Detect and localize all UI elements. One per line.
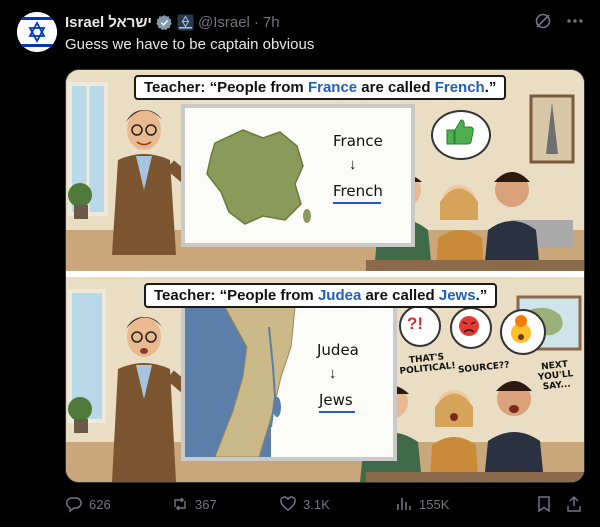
speech-bubble-exploding [500,309,546,355]
author-handle[interactable]: @Israel [198,14,250,31]
note-next-youll-say: NEXT YOU'LL SAY... [537,359,575,393]
verified-badge-icon [156,14,173,31]
government-affiliation-icon [177,14,194,31]
bookmark-button[interactable] [535,495,553,513]
reply-icon [65,497,82,513]
speech-bubble-thumbs-up [431,110,491,160]
tweet: Israel ישראל @Israel · 7h Guess we have … [0,0,600,527]
caption-highlight-jews: Jews [438,287,476,304]
more-options-icon[interactable] [564,10,586,32]
tweet-text: Guess we have to be captain obvious [65,36,315,53]
exploding-head-icon [511,315,531,343]
angry-face-icon [459,316,479,336]
caption-text: .” [484,79,497,96]
views-button[interactable]: 155K [395,495,449,513]
thumbs-up-icon [446,119,474,145]
board-word-judea: Judea [317,341,359,359]
share-button[interactable] [565,495,583,513]
reply-count: 626 [89,496,111,512]
whiteboard-bottom: Judea ↓ Jews [181,303,397,461]
caption-text: Teacher: “People from [144,79,308,96]
tweet-actions: 626 367 3.1K 155K [65,495,583,515]
views-count: 155K [419,496,450,512]
author-name[interactable]: Israel [65,14,104,31]
top-right-icons [532,10,586,32]
down-arrow-icon: ↓ [349,156,357,173]
blue-underline [333,202,381,204]
repost-icon [174,497,186,511]
caption-text: .” [475,287,488,304]
separator-dot: · [253,13,259,31]
like-button[interactable]: 3.1K [279,495,330,513]
repost-count: 367 [195,496,217,512]
board-word-jews: Jews [319,391,353,409]
author-name-hebrew[interactable]: ישראל [108,14,152,31]
caption-highlight-judea: Judea [317,287,362,304]
views-icon [397,498,411,510]
board-word-french: French [333,182,383,200]
caption-highlight-french: French [434,79,485,96]
question-exclamation-mark: ?! [407,314,424,333]
avatar[interactable] [17,12,57,52]
blue-underline [319,411,355,413]
heart-icon [280,496,296,511]
caption-highlight-france: France [307,79,358,96]
caption-text: Teacher: “People from [154,287,318,304]
reply-button[interactable]: 626 [65,495,111,513]
note-text: NEXT YOU'LL SAY... [537,359,574,393]
caption-text: are called [357,79,435,96]
caption-bottom: Teacher: “People from Judea are called J… [144,283,498,308]
judea-map-illustration [185,307,296,457]
bookmark-icon [538,496,550,513]
tweet-image[interactable]: France ↓ French Teacher: “People from Fr… [65,69,585,483]
grok-icon[interactable] [532,10,554,32]
repost-button[interactable]: 367 [171,495,217,513]
star-of-david-icon [17,12,57,52]
share-icon [567,495,581,512]
caption-top: Teacher: “People from France are called … [134,75,507,100]
caption-text: are called [361,287,439,304]
tweet-header: Israel ישראל @Israel · 7h [65,12,280,32]
comic-panel-top: France ↓ French Teacher: “People from Fr… [66,70,584,271]
france-map-illustration [206,129,311,225]
like-count: 3.1K [303,496,330,512]
timestamp[interactable]: 7h [263,14,280,31]
whiteboard-top: France ↓ French [181,104,415,247]
down-arrow-icon: ↓ [329,365,337,382]
speech-bubble-question: ?! [399,305,441,347]
comic-panel-bottom: Judea ↓ Jews ?! THAT'S POLITICAL! SOURCE… [66,277,584,482]
speech-bubble-angry [450,307,492,349]
board-word-france: France [333,132,383,150]
